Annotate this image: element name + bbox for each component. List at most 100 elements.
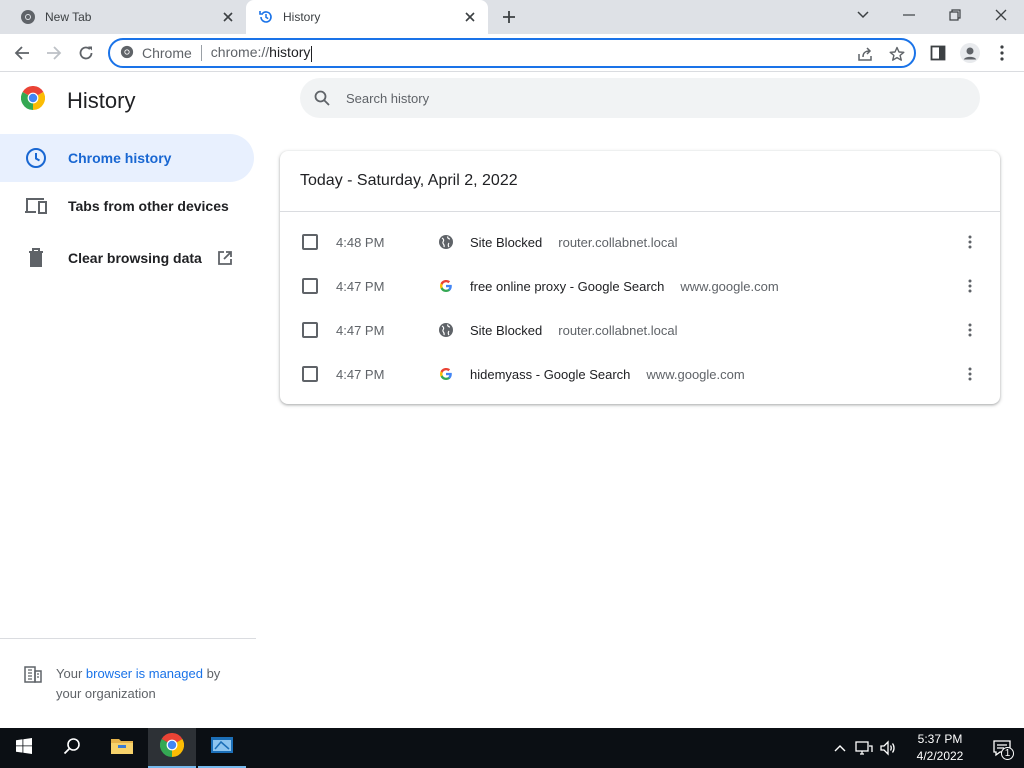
close-icon[interactable]	[460, 7, 480, 27]
tab-search-chevron-icon[interactable]	[840, 0, 886, 30]
chrome-icon	[120, 45, 134, 62]
search-input[interactable]	[346, 90, 926, 106]
sidebar-item-chrome-history[interactable]: Chrome history	[0, 134, 254, 182]
tab-new-tab[interactable]: New Tab	[8, 0, 246, 34]
history-icon	[258, 9, 274, 25]
new-tab-button[interactable]	[497, 6, 521, 28]
row-time: 4:48 PM	[336, 234, 385, 250]
text-caret	[311, 45, 313, 62]
share-icon[interactable]	[854, 43, 876, 65]
row-checkbox[interactable]	[302, 234, 318, 250]
row-time: 4:47 PM	[336, 278, 385, 294]
row-domain: router.collabnet.local	[558, 234, 678, 250]
notifications-icon[interactable]: 1	[980, 736, 1024, 760]
globe-icon	[438, 322, 454, 338]
menu-kebab-icon[interactable]	[988, 39, 1016, 67]
windows-icon	[16, 737, 32, 759]
history-list: 4:48 PM Site Blocked router.collabnet.lo…	[280, 212, 1000, 396]
close-icon[interactable]	[218, 7, 238, 27]
trash-icon	[24, 246, 48, 270]
managed-suffix: by	[202, 666, 221, 681]
more-actions-icon[interactable]	[960, 232, 980, 252]
history-row[interactable]: 4:48 PM Site Blocked router.collabnet.lo…	[280, 220, 1000, 264]
search-box[interactable]	[300, 78, 980, 118]
url-scheme: chrome://	[210, 44, 270, 61]
clock-icon	[24, 146, 48, 170]
omnibox-url[interactable]: chrome://history	[210, 44, 313, 62]
side-panel-icon[interactable]	[924, 39, 952, 67]
forward-button[interactable]	[40, 39, 68, 67]
row-title[interactable]: free online proxy - Google Search	[470, 279, 664, 294]
google-icon	[438, 278, 454, 294]
network-icon[interactable]	[852, 736, 876, 760]
sidebar: History Chrome history Tabs from other d…	[0, 72, 256, 728]
search-button[interactable]	[48, 728, 96, 768]
tab-history[interactable]: History	[246, 0, 488, 34]
sidebar-divider	[0, 638, 256, 639]
chrome-logo-icon	[20, 85, 46, 115]
app-window-icon	[210, 735, 234, 760]
history-card: Today - Saturday, April 2, 2022 4:48 PM …	[280, 151, 1000, 404]
row-title[interactable]: Site Blocked	[470, 323, 542, 338]
restore-button[interactable]	[932, 0, 978, 30]
managed-prefix: Your	[56, 666, 86, 681]
globe-icon	[438, 234, 454, 250]
omnibox-divider	[200, 45, 202, 61]
file-explorer-button[interactable]	[98, 728, 146, 768]
row-title[interactable]: hidemyass - Google Search	[470, 367, 630, 382]
chevron-up-icon[interactable]	[828, 736, 852, 760]
row-checkbox[interactable]	[302, 278, 318, 294]
date-header: Today - Saturday, April 2, 2022	[280, 151, 1000, 212]
clock-date: 4/2/2022	[916, 749, 964, 763]
managed-link[interactable]: browser is managed	[86, 666, 203, 681]
chrome-taskbar-button[interactable]	[148, 728, 196, 768]
history-row[interactable]: 4:47 PM Site Blocked router.collabnet.lo…	[280, 308, 1000, 352]
row-title[interactable]: Site Blocked	[470, 235, 542, 250]
search-icon	[312, 88, 332, 108]
chrome-icon	[20, 9, 36, 25]
start-button[interactable]	[0, 728, 48, 768]
history-row[interactable]: 4:47 PM free online proxy - Google Searc…	[280, 264, 1000, 308]
tab-title: New Tab	[45, 10, 92, 24]
devices-icon	[24, 194, 48, 218]
search-icon	[63, 737, 81, 760]
more-actions-icon[interactable]	[960, 320, 980, 340]
sidebar-item-clear-browsing-data[interactable]: Clear browsing data	[0, 234, 254, 282]
minimize-button[interactable]	[886, 0, 932, 30]
tab-title: History	[283, 10, 321, 24]
volume-icon[interactable]	[876, 736, 900, 760]
sidebar-item-label: Clear browsing data	[68, 250, 202, 266]
row-checkbox[interactable]	[302, 322, 318, 338]
app-taskbar-button[interactable]	[198, 728, 246, 768]
reload-button[interactable]	[72, 39, 100, 67]
site-info-chip[interactable]: Chrome	[110, 45, 192, 62]
tab-strip: New Tab History	[0, 0, 1024, 34]
google-icon	[438, 366, 454, 382]
system-clock[interactable]: 5:37 PM 4/2/2022	[904, 731, 976, 765]
row-checkbox[interactable]	[302, 366, 318, 382]
external-link-icon	[216, 249, 234, 267]
sidebar-item-label: Tabs from other devices	[68, 198, 229, 214]
chrome-logo-icon	[159, 732, 185, 762]
clock-time: 5:37 PM	[917, 732, 963, 746]
history-row[interactable]: 4:47 PM hidemyass - Google Search www.go…	[280, 352, 1000, 396]
bookmark-star-icon[interactable]	[886, 43, 908, 65]
folder-icon	[110, 736, 134, 761]
close-window-button[interactable]	[978, 0, 1024, 30]
row-time: 4:47 PM	[336, 366, 385, 382]
row-domain: www.google.com	[646, 366, 745, 382]
profile-avatar-icon[interactable]	[956, 39, 984, 67]
omnibox-chip-label: Chrome	[142, 45, 192, 61]
more-actions-icon[interactable]	[960, 276, 980, 296]
address-bar[interactable]: Chrome chrome://history	[108, 38, 916, 68]
back-button[interactable]	[8, 39, 36, 67]
managed-browser-notice: Your browser is managed by your organiza…	[24, 664, 220, 704]
row-domain: www.google.com	[680, 278, 779, 294]
notification-count-badge: 1	[1001, 747, 1014, 760]
taskbar: 5:37 PM 4/2/2022 1	[0, 728, 1024, 768]
toolbar: Chrome chrome://history	[0, 34, 1024, 72]
more-actions-icon[interactable]	[960, 364, 980, 384]
row-time: 4:47 PM	[336, 322, 385, 338]
sidebar-item-other-devices[interactable]: Tabs from other devices	[0, 182, 254, 230]
managed-line2: your organization	[56, 686, 156, 701]
